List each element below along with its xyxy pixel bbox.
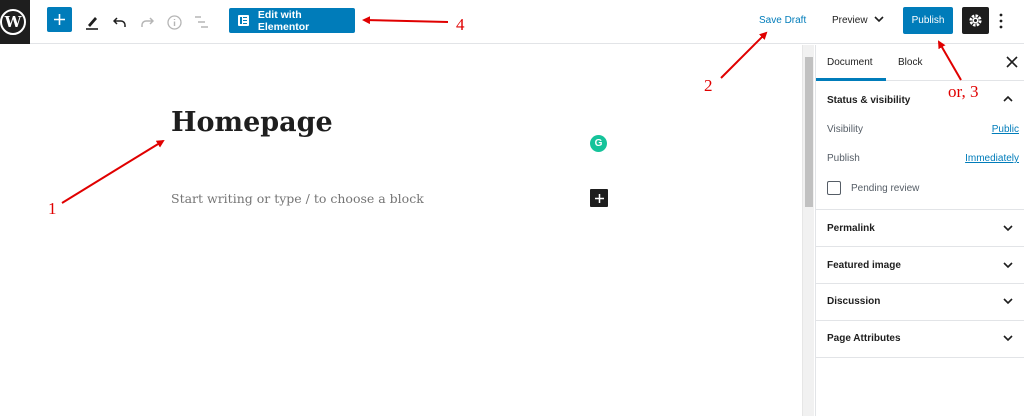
publish-button-label: Publish [911, 15, 945, 26]
plus-icon [54, 14, 65, 25]
grammarly-icon[interactable]: G [590, 135, 607, 152]
chevron-down-icon[interactable] [873, 13, 885, 25]
elementor-icon [238, 15, 249, 26]
panel-permalink[interactable]: Permalink [816, 210, 1024, 247]
undo-icon [113, 17, 126, 27]
panel-title[interactable]: Status & visibility [827, 95, 910, 106]
settings-button[interactable] [962, 7, 989, 34]
chevron-down-icon [1003, 335, 1013, 342]
pencil-icon [86, 17, 98, 30]
elementor-button-label: Edit with Elementor [257, 8, 310, 33]
redo-icon [141, 17, 154, 27]
pending-review-checkbox[interactable] [827, 181, 841, 195]
publish-button[interactable]: Publish [903, 7, 953, 34]
annotation-label-3: or, 3 [948, 82, 979, 101]
block-placeholder[interactable]: Start writing or type / to choose a bloc… [171, 191, 424, 206]
tab-document[interactable]: Document [827, 57, 873, 68]
editor-toolbar: W Edit with Elementor Save Draft Preview… [0, 0, 1024, 44]
inline-add-block-button[interactable] [590, 189, 608, 207]
panel-featured-image[interactable]: Featured image [816, 247, 1024, 284]
annotation-label-2: 2 [704, 76, 713, 95]
redo-button[interactable] [134, 9, 160, 35]
annotation-label-1: 1 [48, 199, 57, 218]
info-icon [166, 14, 182, 30]
post-title[interactable]: Homepage [171, 107, 333, 138]
panel-title: Permalink [827, 223, 875, 234]
list-view-button[interactable] [188, 9, 214, 35]
gear-icon [969, 14, 982, 27]
panel-title: Featured image [827, 260, 901, 271]
settings-sidebar: Document Block Status & visibility Visib… [815, 45, 1024, 416]
list-view-icon [194, 16, 208, 28]
plus-icon [594, 193, 604, 203]
panel-discussion[interactable]: Discussion [816, 284, 1024, 321]
panel-status-visibility: Status & visibility Visibility Public Pu… [816, 81, 1024, 210]
close-icon[interactable] [1004, 54, 1020, 70]
save-draft-button[interactable]: Save Draft [759, 15, 806, 26]
pending-review-label: Pending review [851, 183, 920, 194]
editor-canvas: Homepage G Start writing or type / to ch… [0, 45, 802, 416]
edit-with-elementor-button[interactable]: Edit with Elementor [229, 8, 355, 33]
grammarly-glyph: G [594, 138, 603, 149]
wordpress-logo[interactable]: W [0, 0, 30, 44]
preview-button[interactable]: Preview [832, 15, 868, 26]
add-block-button[interactable] [47, 7, 72, 32]
chevron-down-icon [1003, 298, 1013, 305]
publish-label: Publish [827, 153, 860, 164]
sidebar-tabs: Document Block [816, 45, 1024, 81]
wordpress-icon: W [0, 9, 26, 35]
chevron-up-icon[interactable] [1002, 93, 1014, 105]
publish-date-link[interactable]: Immediately [965, 153, 1019, 164]
undo-button[interactable] [107, 9, 133, 35]
more-vertical-icon[interactable] [998, 12, 1004, 30]
editor-scrollbar[interactable] [802, 45, 814, 416]
info-button[interactable] [161, 9, 187, 35]
visibility-label: Visibility [827, 124, 863, 135]
scrollbar-thumb[interactable] [805, 57, 813, 207]
tab-block[interactable]: Block [898, 57, 922, 68]
panel-page-attributes[interactable]: Page Attributes [816, 321, 1024, 358]
visibility-link[interactable]: Public [992, 124, 1019, 135]
tools-button[interactable] [79, 9, 105, 35]
panel-title: Page Attributes [827, 333, 901, 344]
chevron-down-icon [1003, 225, 1013, 232]
annotation-label-4: 4 [456, 15, 465, 34]
panel-title: Discussion [827, 296, 881, 307]
svg-text:W: W [4, 13, 23, 31]
chevron-down-icon [1003, 262, 1013, 269]
